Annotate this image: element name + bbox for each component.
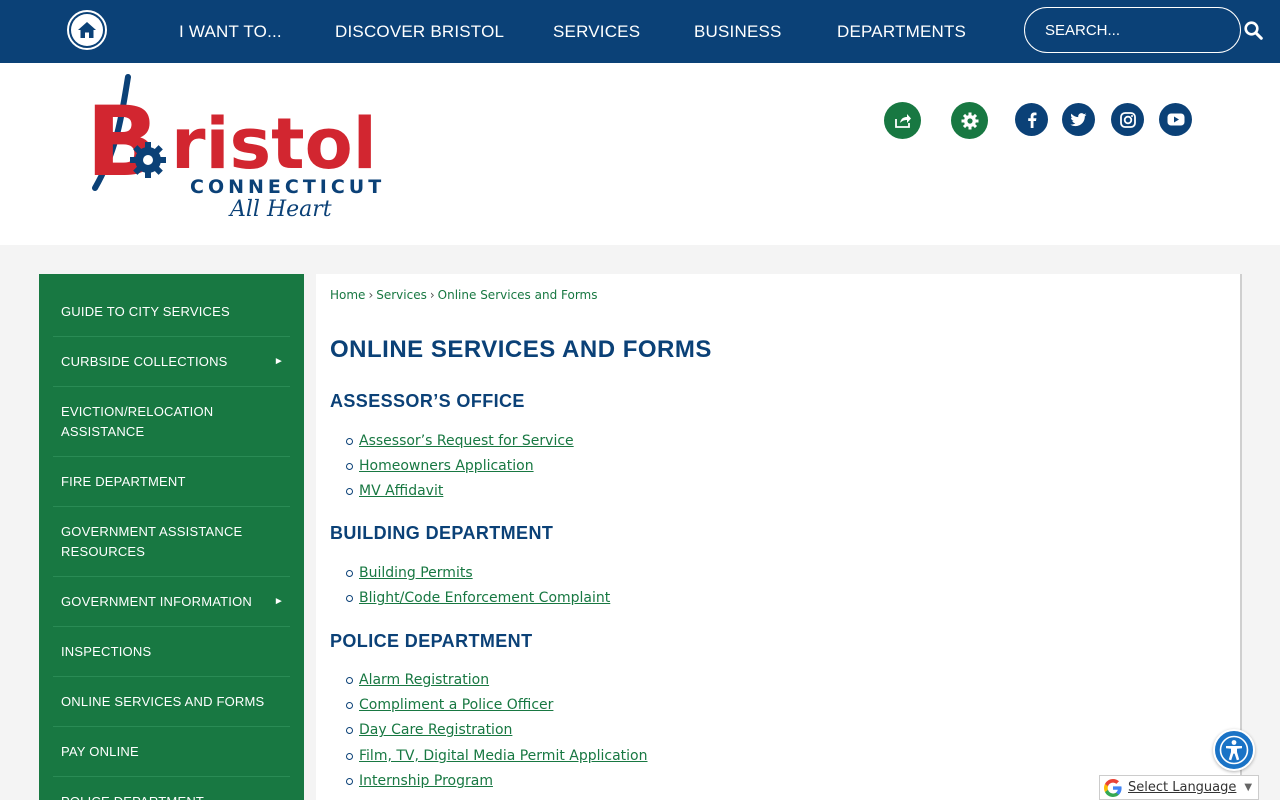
sidebar-item-curbside-collections[interactable]: CURBSIDE COLLECTIONS ► — [53, 337, 290, 387]
section-title-building-department: BUILDING DEPARTMENT — [330, 523, 554, 543]
share-icon — [894, 113, 911, 128]
nav-services[interactable]: SERVICES — [553, 0, 640, 63]
search-input[interactable] — [1025, 8, 1244, 52]
twitter-icon — [1070, 112, 1087, 126]
sidebar-item-label: FIRE DEPARTMENT — [61, 473, 186, 489]
link-film-tv-digital-media-permit[interactable]: Film, TV, Digital Media Permit Applicati… — [359, 748, 648, 764]
list-item: MV Affidavit — [346, 481, 574, 506]
gear-icon — [961, 112, 978, 129]
share-button[interactable] — [884, 102, 921, 139]
home-icon — [71, 14, 103, 46]
top-navigation-bar: I WANT TO... DISCOVER BRISTOL SERVICES B… — [0, 0, 1280, 63]
logo-tagline-text: All Heart — [228, 197, 332, 222]
search-box — [1024, 7, 1263, 53]
facebook-icon — [1027, 112, 1036, 128]
breadcrumb-home[interactable]: Home — [330, 288, 365, 302]
submenu-arrow-icon[interactable]: ► — [274, 352, 284, 372]
list-item: Alarm Registration — [346, 670, 648, 695]
sidebar-item-label: GUIDE TO CITY SERVICES — [61, 303, 230, 319]
nav-departments[interactable]: DEPARTMENTS — [837, 0, 966, 63]
facebook-button[interactable] — [1015, 103, 1048, 136]
section-title-assessors-office: ASSESSOR’S OFFICE — [330, 391, 525, 411]
list-item: Assessor’s Request for Service — [346, 431, 574, 456]
sidebar-item-label: GOVERNMENT ASSISTANCE RESOURCES — [61, 523, 243, 559]
sidebar-item-inspections[interactable]: INSPECTIONS — [53, 627, 290, 677]
accessibility-button[interactable] — [1213, 729, 1255, 771]
logo-state-text: CONNECTICUT — [190, 176, 385, 198]
site-header: B ristol CONNECTICUT All Heart — [0, 63, 1280, 245]
settings-button[interactable] — [951, 102, 988, 139]
search-icon — [1244, 20, 1263, 40]
list-item: Film, TV, Digital Media Permit Applicati… — [346, 746, 648, 771]
sidebar-item-fire-department[interactable]: FIRE DEPARTMENT — [53, 457, 290, 507]
link-mv-affidavit[interactable]: MV Affidavit — [359, 483, 443, 499]
police-department-links: Alarm Registration Compliment a Police O… — [346, 670, 648, 796]
link-homeowners-application[interactable]: Homeowners Application — [359, 458, 534, 474]
building-department-links: Building Permits Blight/Code Enforcement… — [346, 563, 610, 613]
link-alarm-registration[interactable]: Alarm Registration — [359, 672, 489, 688]
list-item: Day Care Registration — [346, 720, 648, 745]
instagram-button[interactable] — [1111, 103, 1144, 136]
breadcrumb: Home › Services › Online Services and Forms — [330, 288, 597, 302]
youtube-button[interactable] — [1159, 103, 1192, 136]
link-building-permits[interactable]: Building Permits — [359, 565, 473, 581]
chevron-down-icon: ▼ — [1244, 782, 1253, 793]
breadcrumb-services[interactable]: Services — [376, 288, 427, 302]
sidebar-navigation: GUIDE TO CITY SERVICES CURBSIDE COLLECTI… — [39, 274, 304, 800]
breadcrumb-current[interactable]: Online Services and Forms — [438, 288, 598, 302]
nav-business[interactable]: BUSINESS — [694, 0, 782, 63]
sidebar-item-eviction-relocation-assistance[interactable]: EVICTION/RELOCATION ASSISTANCE — [53, 387, 290, 457]
home-button[interactable] — [67, 10, 107, 50]
language-selector[interactable]: Select Language ▼ — [1099, 775, 1259, 800]
sidebar-item-label: INSPECTIONS — [61, 643, 152, 659]
select-language-label[interactable]: Select Language — [1128, 780, 1236, 795]
breadcrumb-separator: › — [368, 288, 374, 302]
sidebar-item-label: CURBSIDE COLLECTIONS — [61, 353, 228, 369]
sidebar-item-label: EVICTION/RELOCATION ASSISTANCE — [61, 403, 214, 439]
twitter-button[interactable] — [1062, 103, 1095, 136]
list-item: Internship Program — [346, 771, 648, 796]
main-content: Home › Services › Online Services and Forms … — [316, 274, 1242, 800]
submenu-arrow-icon[interactable]: ► — [274, 592, 284, 612]
youtube-icon — [1167, 113, 1184, 126]
sidebar-item-label: ONLINE SERVICES AND FORMS — [61, 693, 265, 709]
sidebar-item-police-department[interactable]: POLICE DEPARTMENT — [53, 777, 290, 800]
gear-logo-icon — [130, 142, 166, 178]
sidebar-item-government-assistance-resources[interactable]: GOVERNMENT ASSISTANCE RESOURCES — [53, 507, 290, 577]
link-compliment-a-police-officer[interactable]: Compliment a Police Officer — [359, 697, 553, 713]
search-button[interactable] — [1244, 8, 1263, 52]
sidebar-item-pay-online[interactable]: PAY ONLINE — [53, 727, 290, 777]
nav-discover-bristol[interactable]: DISCOVER BRISTOL — [335, 0, 504, 63]
logo-name-text: ristol — [171, 103, 377, 185]
sidebar-item-government-information[interactable]: GOVERNMENT INFORMATION ► — [53, 577, 290, 627]
list-item: Building Permits — [346, 563, 610, 588]
accessibility-icon — [1219, 735, 1249, 765]
sidebar-item-online-services-and-forms[interactable]: ONLINE SERVICES AND FORMS — [53, 677, 290, 727]
page-title: ONLINE SERVICES AND FORMS — [330, 336, 712, 363]
list-item: Homeowners Application — [346, 456, 574, 481]
breadcrumb-separator: › — [429, 288, 435, 302]
sidebar-item-label: POLICE DEPARTMENT — [61, 792, 204, 800]
instagram-icon — [1119, 111, 1136, 128]
link-blight-code-enforcement-complaint[interactable]: Blight/Code Enforcement Complaint — [359, 590, 610, 606]
link-internship-program[interactable]: Internship Program — [359, 773, 493, 789]
list-item: Blight/Code Enforcement Complaint — [346, 588, 610, 613]
bristol-logo[interactable]: B ristol CONNECTICUT All Heart — [78, 73, 388, 223]
assessors-office-links: Assessor’s Request for Service Homeowner… — [346, 431, 574, 507]
link-assessors-request-for-service[interactable]: Assessor’s Request for Service — [359, 433, 574, 449]
sidebar-item-label: GOVERNMENT INFORMATION — [61, 593, 252, 609]
sidebar-item-label: PAY ONLINE — [61, 743, 139, 759]
section-title-police-department: POLICE DEPARTMENT — [330, 631, 533, 651]
link-day-care-registration[interactable]: Day Care Registration — [359, 722, 512, 738]
google-g-icon — [1104, 778, 1122, 797]
list-item: Compliment a Police Officer — [346, 695, 648, 720]
sidebar-item-guide-to-city-services[interactable]: GUIDE TO CITY SERVICES — [53, 287, 290, 337]
nav-i-want-to[interactable]: I WANT TO... — [179, 0, 282, 63]
